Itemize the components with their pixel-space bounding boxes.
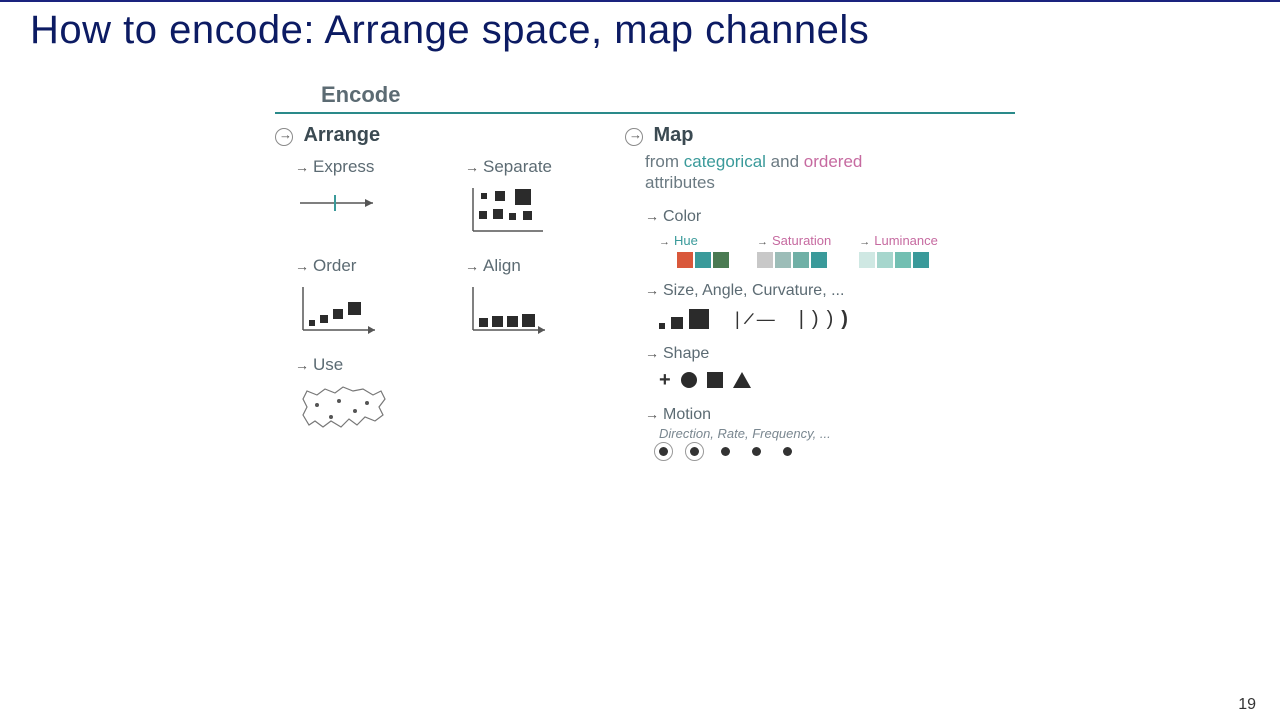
arrow-icon: → bbox=[295, 258, 309, 274]
arrange-separate: →Separate bbox=[465, 157, 635, 238]
arrow-icon: → bbox=[295, 159, 309, 175]
motion-label: Motion bbox=[663, 406, 711, 423]
arrange-express: →Express bbox=[295, 157, 465, 238]
encode-header: Encode bbox=[321, 82, 1015, 108]
align-icon bbox=[465, 282, 555, 337]
content-area: Encode Arrange →Express bbox=[275, 82, 1015, 470]
arrange-use: →Use bbox=[295, 355, 465, 436]
arrow-icon: → bbox=[645, 345, 659, 361]
arrange-align: →Align bbox=[465, 256, 635, 337]
arrow-icon: → bbox=[465, 258, 479, 274]
align-label: Align bbox=[483, 256, 521, 275]
saturation-swatches bbox=[757, 252, 831, 268]
size-label: Size, Angle, Curvature, ... bbox=[663, 282, 844, 299]
separate-icon bbox=[465, 183, 555, 238]
square-icon bbox=[707, 372, 723, 388]
map-column: Map from categorical and ordered attribu… bbox=[625, 124, 1015, 470]
map-description: from categorical and ordered attributes bbox=[645, 151, 1015, 194]
bullet-circle-arrow-icon bbox=[625, 128, 643, 146]
arrange-header: Arrange bbox=[303, 124, 380, 146]
swatch bbox=[859, 252, 875, 268]
arrange-order: →Order bbox=[295, 256, 465, 337]
order-icon bbox=[295, 282, 385, 337]
slide-title: How to encode: Arrange space, map channe… bbox=[30, 8, 869, 53]
hue-group: →Hue bbox=[659, 232, 729, 268]
use-label: Use bbox=[313, 355, 343, 374]
hue-swatches bbox=[659, 252, 729, 268]
motion-icons bbox=[659, 447, 1015, 456]
saturation-group: →Saturation bbox=[757, 232, 831, 268]
express-label: Express bbox=[313, 157, 374, 176]
map-header: Map bbox=[653, 124, 693, 146]
swatch bbox=[713, 252, 729, 268]
swatch bbox=[793, 252, 809, 268]
triangle-icon bbox=[733, 372, 751, 388]
swatch bbox=[811, 252, 827, 268]
express-icon bbox=[295, 183, 385, 238]
motion-dot-icon bbox=[752, 447, 761, 456]
arrow-icon: → bbox=[465, 159, 479, 175]
map-color: →Color →Hue bbox=[645, 208, 1015, 268]
swatch bbox=[913, 252, 929, 268]
swatch bbox=[895, 252, 911, 268]
shape-label: Shape bbox=[663, 345, 709, 362]
swatch bbox=[877, 252, 893, 268]
divider-line bbox=[275, 112, 1015, 114]
circle-icon bbox=[681, 372, 697, 388]
page-number: 19 bbox=[1238, 696, 1256, 714]
angle-icon: | / — bbox=[735, 309, 773, 330]
motion-dot-icon bbox=[783, 447, 792, 456]
bullet-circle-arrow-icon bbox=[275, 128, 293, 146]
arrow-icon: → bbox=[645, 406, 659, 422]
arrow-icon: → bbox=[645, 282, 659, 298]
motion-dot-icon bbox=[721, 447, 730, 456]
swatch bbox=[677, 252, 693, 268]
plus-icon: + bbox=[659, 369, 671, 392]
separate-label: Separate bbox=[483, 157, 552, 176]
shape-icons: + bbox=[659, 369, 1015, 392]
luminance-swatches bbox=[859, 252, 938, 268]
color-label: Color bbox=[663, 208, 701, 225]
curvature-icon: |))) bbox=[799, 308, 848, 331]
use-map-icon bbox=[295, 381, 385, 436]
map-shape: →Shape + bbox=[645, 345, 1015, 392]
swatch bbox=[695, 252, 711, 268]
luminance-group: →Luminance bbox=[859, 232, 938, 268]
size-icon bbox=[659, 309, 709, 329]
arrow-icon: → bbox=[295, 357, 309, 373]
map-motion: →Motion Direction, Rate, Frequency, ... bbox=[645, 406, 1015, 456]
swatch bbox=[757, 252, 773, 268]
arrow-icon: → bbox=[645, 208, 659, 224]
map-size: →Size, Angle, Curvature, ... | / — bbox=[645, 282, 1015, 331]
swatch bbox=[659, 252, 675, 268]
arrange-column: Arrange →Express bbox=[275, 124, 625, 470]
order-label: Order bbox=[313, 256, 356, 275]
motion-dot-icon bbox=[659, 447, 668, 456]
motion-dot-icon bbox=[690, 447, 699, 456]
motion-subtitle: Direction, Rate, Frequency, ... bbox=[659, 426, 1015, 441]
swatch bbox=[775, 252, 791, 268]
